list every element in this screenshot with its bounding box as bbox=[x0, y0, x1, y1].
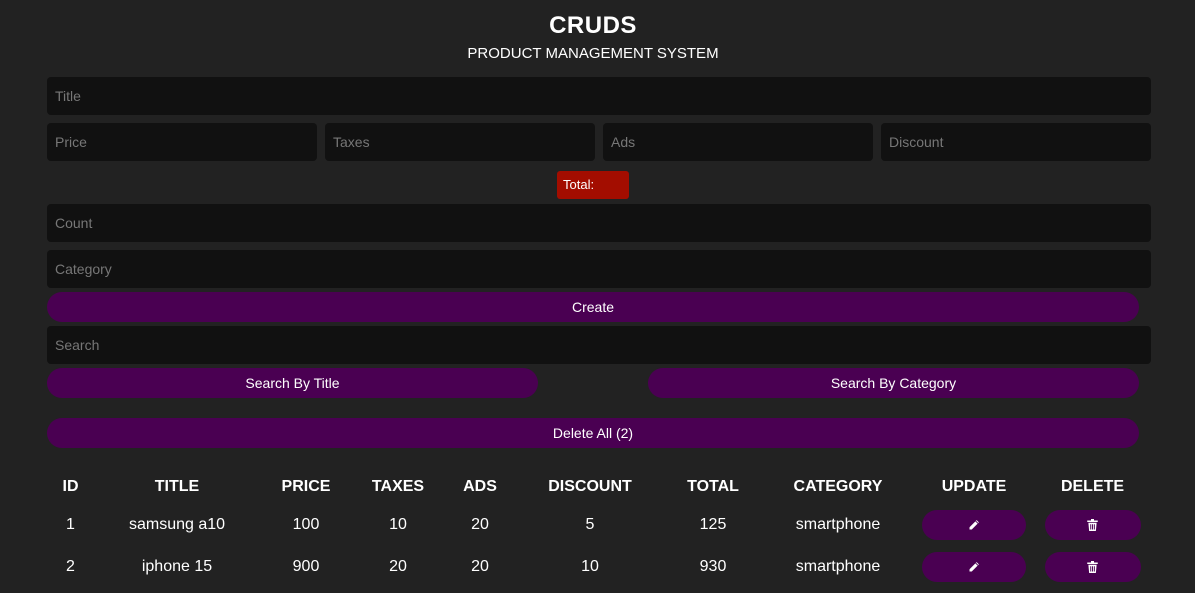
ads-input[interactable] bbox=[603, 123, 873, 161]
table-row: 1 samsung a10 100 10 20 5 125 smartphone bbox=[47, 504, 1151, 546]
delete-all-button[interactable]: Delete All (2) bbox=[47, 418, 1139, 448]
cell-price: 900 bbox=[292, 558, 320, 575]
header-update: UPDATE bbox=[941, 478, 1007, 495]
products-table: ID TITLE PRICE TAXES ADS DISCOUNT TOTAL … bbox=[47, 470, 1151, 588]
page-title: CRUDS bbox=[549, 12, 637, 39]
trash-icon bbox=[1087, 561, 1098, 574]
create-button[interactable]: Create bbox=[47, 292, 1139, 322]
header-ads: ADS bbox=[463, 478, 497, 495]
header-discount: DISCOUNT bbox=[548, 478, 632, 495]
trash-icon bbox=[1087, 519, 1098, 532]
cell-taxes: 20 bbox=[389, 558, 407, 575]
cell-id: 1 bbox=[66, 516, 75, 533]
header-taxes: TAXES bbox=[371, 478, 425, 495]
search-by-category-button[interactable]: Search By Category bbox=[648, 368, 1139, 398]
cell-delete bbox=[1034, 546, 1151, 588]
cell-delete bbox=[1034, 504, 1151, 546]
taxes-input[interactable] bbox=[325, 123, 595, 161]
cell-title: samsung a10 bbox=[128, 516, 226, 533]
cell-ads: 20 bbox=[471, 516, 489, 533]
pencil-icon bbox=[969, 562, 979, 572]
cell-taxes: 10 bbox=[389, 516, 407, 533]
page-subtitle: PRODUCT MANAGEMENT SYSTEM bbox=[467, 45, 719, 62]
cell-category: smartphone bbox=[795, 558, 881, 575]
table-row: 2 iphone 15 900 20 20 10 930 smartphone bbox=[47, 546, 1151, 588]
update-button[interactable] bbox=[922, 552, 1026, 582]
category-input[interactable] bbox=[47, 250, 1151, 288]
search-by-title-button[interactable]: Search By Title bbox=[47, 368, 538, 398]
title-input[interactable] bbox=[47, 77, 1151, 115]
pencil-icon bbox=[969, 520, 979, 530]
header-id: ID bbox=[62, 478, 79, 495]
header-category: CATEGORY bbox=[793, 478, 883, 495]
cell-title: iphone 15 bbox=[141, 558, 213, 575]
cell-discount: 5 bbox=[585, 516, 595, 533]
header-delete: DELETE bbox=[1060, 478, 1125, 495]
header-price: PRICE bbox=[281, 478, 331, 495]
cell-total: 930 bbox=[699, 558, 727, 575]
cell-id: 2 bbox=[66, 558, 75, 575]
discount-input[interactable] bbox=[881, 123, 1151, 161]
update-button[interactable] bbox=[922, 510, 1026, 540]
delete-button[interactable] bbox=[1044, 510, 1141, 540]
total-label: Total: bbox=[563, 177, 595, 192]
cell-category: smartphone bbox=[795, 516, 881, 533]
cell-total: 125 bbox=[699, 516, 727, 533]
cell-ads: 20 bbox=[471, 558, 489, 575]
cell-discount: 10 bbox=[581, 558, 599, 575]
cell-price: 100 bbox=[292, 516, 320, 533]
table-header-row: ID TITLE PRICE TAXES ADS DISCOUNT TOTAL … bbox=[47, 470, 1151, 504]
cell-update bbox=[914, 546, 1034, 588]
search-input[interactable] bbox=[47, 326, 1151, 364]
price-input[interactable] bbox=[47, 123, 317, 161]
header-title: TITLE bbox=[154, 478, 200, 495]
delete-button[interactable] bbox=[1044, 552, 1141, 582]
count-input[interactable] bbox=[47, 204, 1151, 242]
total-display: Total: bbox=[557, 171, 629, 199]
cell-update bbox=[914, 504, 1034, 546]
header-total: TOTAL bbox=[687, 478, 739, 495]
